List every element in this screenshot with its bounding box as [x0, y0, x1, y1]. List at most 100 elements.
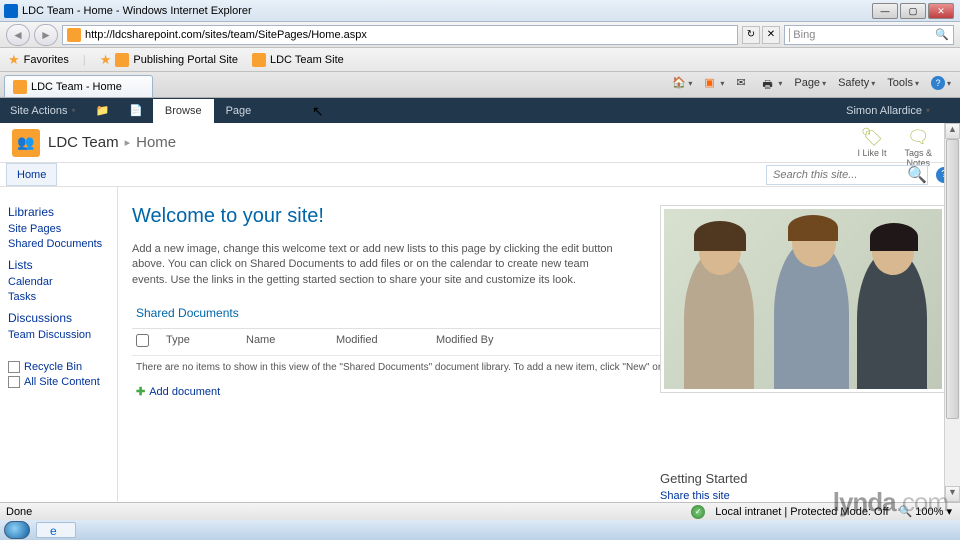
nav-link-team-discussion[interactable]: Team Discussion	[8, 329, 109, 341]
chevron-right-icon: ▸	[125, 136, 131, 149]
star-icon: ★	[8, 52, 20, 68]
vertical-scrollbar[interactable]: ▲ ▼	[944, 123, 960, 502]
scroll-down-button[interactable]: ▼	[945, 486, 960, 502]
security-zone-text: Local intranet | Protected Mode: Off	[715, 506, 888, 518]
col-modified[interactable]: Modified	[336, 334, 436, 350]
window-title: LDC Team - Home - Windows Internet Explo…	[22, 5, 252, 17]
tools-menu[interactable]: Tools▾	[884, 77, 922, 89]
col-checkbox[interactable]	[136, 334, 166, 350]
breadcrumb-page: Home	[136, 134, 176, 151]
forward-button[interactable]: ►	[34, 24, 58, 46]
ribbon-tab-page[interactable]: Page	[214, 105, 264, 117]
navigate-up-button[interactable]: 📁	[86, 98, 120, 123]
favorites-bar: ★Favorites | ★Publishing Portal Site LDC…	[0, 48, 960, 72]
search-go-icon[interactable]: 🔍	[935, 28, 949, 41]
start-button[interactable]	[4, 521, 30, 539]
nav-link-calendar[interactable]: Calendar	[8, 276, 109, 288]
favorites-button[interactable]: ★Favorites	[8, 52, 69, 68]
page-menu[interactable]: Page▾	[791, 77, 829, 89]
fav-link-publishing[interactable]: ★Publishing Portal Site	[100, 52, 238, 68]
site-search[interactable]: 🔍	[766, 165, 928, 185]
team-photo	[664, 209, 942, 389]
nav-link-site-pages[interactable]: Site Pages	[8, 223, 109, 235]
ie-icon: e	[50, 524, 62, 536]
col-modified-by[interactable]: Modified By	[436, 334, 536, 350]
topnav-home[interactable]: Home	[6, 163, 57, 186]
feeds-button[interactable]: ▣▾	[701, 76, 727, 90]
search-button[interactable]: 🔍	[907, 165, 927, 185]
tag-icon: 🏷	[857, 127, 886, 148]
mail-button[interactable]: ✉	[733, 76, 753, 90]
url-input[interactable]	[85, 29, 733, 41]
search-icon: 🔍	[907, 167, 927, 184]
getting-started-section: Getting Started Share this site	[660, 471, 940, 502]
windows-taskbar: e	[0, 520, 960, 540]
nav-link-all-site-content[interactable]: All Site Content	[8, 376, 109, 388]
ie-icon	[4, 4, 18, 18]
help-button[interactable]: ?▾	[928, 76, 954, 90]
safety-menu[interactable]: Safety▾	[835, 77, 878, 89]
breadcrumb-row: 👥 LDC Team ▸ Home 🏷I Like It 🗨Tags & Not…	[0, 123, 960, 163]
scroll-thumb[interactable]	[946, 139, 959, 419]
recycle-icon	[8, 361, 20, 373]
zoom-level-button[interactable]: 🔍 100% ▾	[899, 505, 952, 518]
nav-link-shared-documents[interactable]: Shared Documents	[8, 238, 109, 250]
content-icon	[8, 376, 20, 388]
help-icon: ?	[931, 76, 945, 90]
print-button[interactable]: 🖶▾	[759, 76, 785, 90]
refresh-button[interactable]: ↻	[742, 26, 760, 44]
browser-search-input[interactable]	[793, 29, 935, 41]
note-icon: 🗨	[904, 127, 932, 148]
sharepoint-ribbon: Site Actions▾ 📁 📄 Browse Page Simon Alla…	[0, 98, 960, 123]
user-menu[interactable]: Simon Allardice▾	[846, 105, 930, 117]
close-button[interactable]: ✕	[928, 3, 954, 19]
site-search-input[interactable]	[767, 169, 907, 181]
tab-title: LDC Team - Home	[31, 81, 122, 93]
scroll-up-button[interactable]: ▲	[945, 123, 960, 139]
address-bar[interactable]	[62, 25, 738, 45]
page-content: 👥 LDC Team ▸ Home 🏷I Like It 🗨Tags & Not…	[0, 123, 960, 502]
nav-heading-libraries[interactable]: Libraries	[8, 205, 109, 219]
site-logo-icon[interactable]: 👥	[12, 129, 40, 157]
ribbon-tab-browse[interactable]: Browse	[153, 99, 214, 123]
like-button[interactable]: 🏷I Like It	[857, 127, 886, 168]
maximize-button[interactable]: ▢	[900, 3, 926, 19]
getting-started-heading: Getting Started	[660, 471, 940, 486]
site-icon	[252, 53, 266, 67]
command-bar: 🏠▾ ▣▾ ✉ 🖶▾ Page▾ Safety▾ Tools▾ ?▾	[669, 76, 954, 90]
share-site-link[interactable]: Share this site	[660, 490, 940, 502]
main-content: Welcome to your site! Add a new image, c…	[118, 187, 960, 502]
rss-icon: ▣	[704, 76, 718, 90]
fav-link-ldc[interactable]: LDC Team Site	[252, 53, 344, 67]
browser-search-box[interactable]: 🔍	[784, 25, 954, 45]
status-bar: Done ✓ Local intranet | Protected Mode: …	[0, 502, 960, 520]
site-icon	[115, 53, 129, 67]
back-button[interactable]: ◄	[6, 24, 30, 46]
site-actions-menu[interactable]: Site Actions▾	[0, 98, 86, 123]
nav-heading-discussions[interactable]: Discussions	[8, 311, 109, 325]
nav-link-tasks[interactable]: Tasks	[8, 291, 109, 303]
select-all-checkbox[interactable]	[136, 334, 149, 347]
security-zone-icon: ✓	[691, 505, 705, 519]
intro-text: Add a new image, change this welcome tex…	[132, 242, 622, 288]
browser-tab[interactable]: LDC Team - Home	[4, 75, 153, 97]
breadcrumb-site[interactable]: LDC Team	[48, 134, 119, 151]
col-name[interactable]: Name	[246, 334, 336, 350]
minimize-button[interactable]: —	[872, 3, 898, 19]
status-text: Done	[6, 506, 32, 518]
col-type[interactable]: Type	[166, 334, 246, 350]
site-favicon	[13, 80, 27, 94]
edit-page-button[interactable]: 📄	[119, 98, 153, 123]
home-button[interactable]: 🏠▾	[669, 76, 695, 90]
print-icon: 🖶	[762, 76, 776, 90]
quick-launch: Libraries Site Pages Shared Documents Li…	[0, 187, 118, 502]
nav-link-recycle-bin[interactable]: Recycle Bin	[8, 361, 109, 373]
tab-strip: LDC Team - Home 🏠▾ ▣▾ ✉ 🖶▾ Page▾ Safety▾…	[0, 72, 960, 98]
stop-button[interactable]: ✕	[762, 26, 780, 44]
home-icon: 🏠	[672, 76, 686, 90]
edit-icon: 📄	[129, 104, 143, 117]
tags-notes-button[interactable]: 🗨Tags & Notes	[904, 127, 932, 168]
taskbar-ie-button[interactable]: e	[36, 522, 76, 538]
nav-heading-lists[interactable]: Lists	[8, 258, 109, 272]
star-icon: ★	[100, 52, 112, 68]
